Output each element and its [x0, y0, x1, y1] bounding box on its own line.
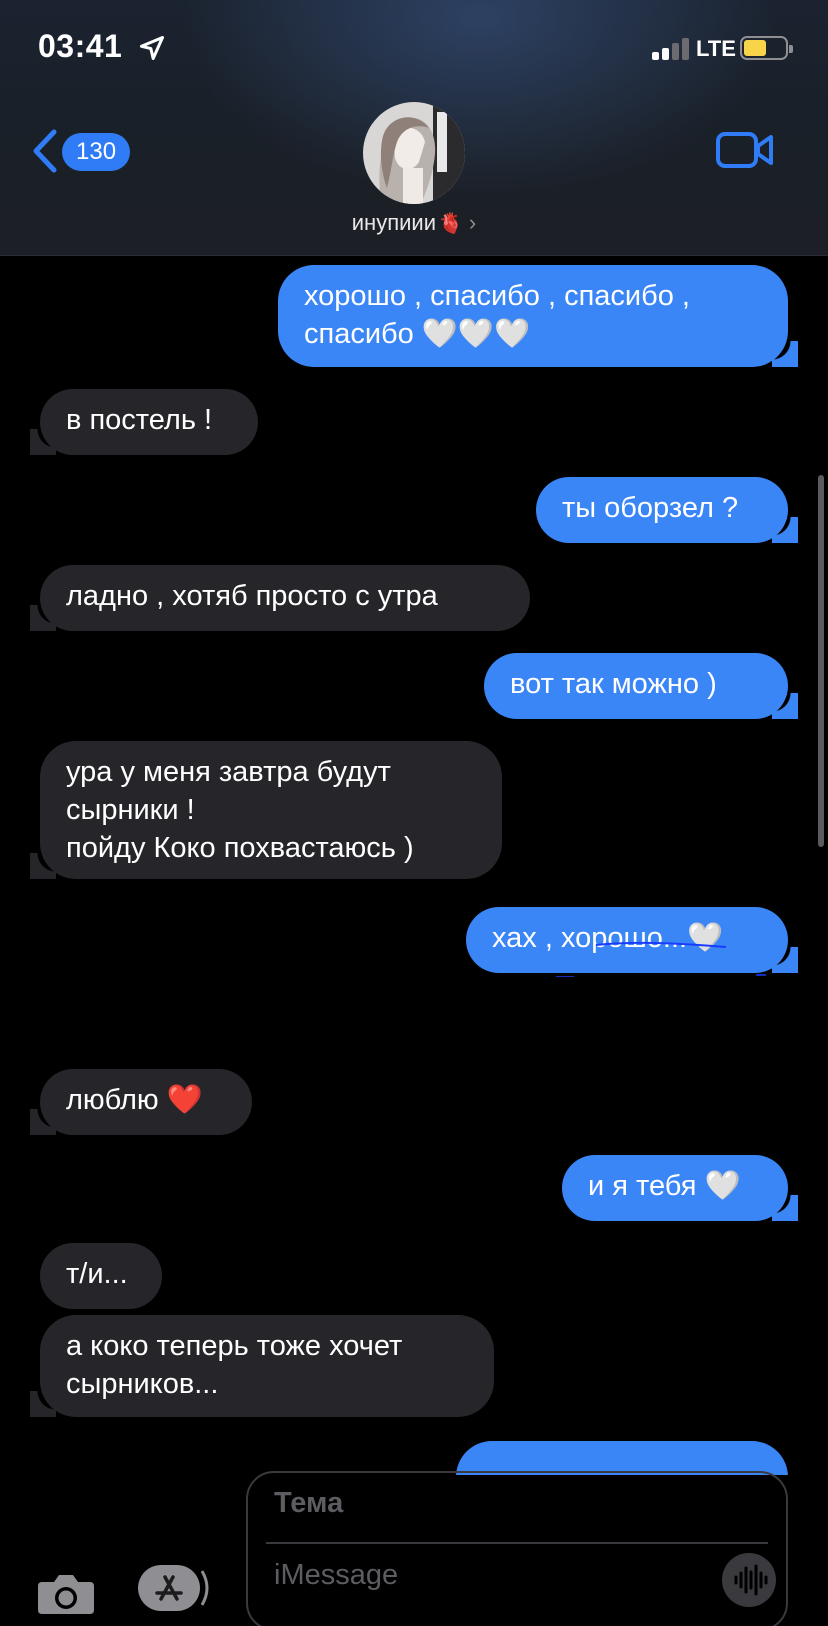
message-text: люблю ❤️	[66, 1084, 203, 1116]
video-call-button[interactable]	[716, 130, 774, 170]
message-bubble-outgoing[interactable]: и я тебя 🤍	[562, 1155, 798, 1221]
message-text: пойду Коко похвастаюсь )	[66, 832, 414, 864]
message-text: спасибо 🤍🤍🤍	[304, 318, 531, 350]
message-bubble-outgoing[interactable]: хорошо , спасибо , спасибо , спасибо 🤍🤍🤍	[278, 265, 798, 367]
message-text: хорошо , спасибо , спасибо ,	[304, 280, 690, 312]
cellular-signal-icon	[652, 38, 692, 60]
message-text: ты оборзел ?	[562, 492, 739, 524]
message-text: сырники !	[66, 794, 195, 826]
waveform-icon	[734, 1564, 768, 1596]
message-text: сырников...	[66, 1368, 219, 1400]
scrollbar[interactable]	[818, 475, 824, 847]
message-text: т/и...	[66, 1258, 128, 1290]
unread-count-badge: 130	[62, 133, 131, 171]
conversation-header: 03:41 LTE 130 инупиии 🫀 ›	[0, 0, 828, 256]
composer-bar: Тема	[0, 1471, 828, 1626]
contact-name: инупиии	[351, 210, 436, 235]
message-text: и я тебя 🤍	[588, 1170, 741, 1202]
compose-box[interactable]: Тема	[246, 1471, 788, 1626]
chevron-right-icon: ›	[468, 210, 477, 235]
message-text: в постель !	[66, 404, 213, 436]
message-bubble-incoming[interactable]: ладно , хотяб просто с утра	[30, 565, 530, 631]
message-bubble-outgoing[interactable]: вот так можно )	[484, 653, 798, 719]
message-bubble-incoming[interactable]: в постель !	[30, 389, 258, 455]
message-bubble-outgoing[interactable]	[456, 1441, 788, 1475]
contact-name-row[interactable]: инупиии 🫀 ›	[0, 210, 828, 236]
battery-icon	[740, 36, 793, 60]
subject-field[interactable]: Тема	[274, 1487, 343, 1520]
chevron-left-icon	[33, 129, 57, 173]
app-store-button[interactable]	[138, 1565, 212, 1611]
image-artifact	[556, 941, 766, 977]
contact-emoji: 🫀	[437, 213, 463, 235]
contact-avatar[interactable]	[363, 102, 465, 204]
message-text: а коко теперь тоже хочет	[66, 1330, 403, 1362]
audio-message-button[interactable]	[722, 1553, 776, 1607]
location-arrow-icon	[139, 35, 165, 61]
message-text: ладно , хотяб просто с утра	[66, 580, 438, 612]
message-bubble-incoming[interactable]: а коко теперь тоже хочет сырников...	[30, 1315, 494, 1417]
message-text: вот так можно )	[510, 668, 717, 700]
network-type: LTE	[696, 36, 736, 61]
message-bubble-incoming[interactable]: ура у меня завтра будут сырники ! пойду …	[30, 741, 502, 879]
message-text: ура у меня завтра будут	[66, 756, 391, 788]
message-bubble-incoming[interactable]: люблю ❤️	[30, 1069, 252, 1135]
message-input[interactable]	[274, 1559, 704, 1592]
status-time: 03:41	[38, 28, 123, 64]
camera-button[interactable]	[36, 1570, 96, 1616]
message-bubble-outgoing[interactable]: ты оборзел ?	[536, 477, 798, 543]
back-button[interactable]: 130	[30, 126, 140, 176]
divider	[266, 1542, 768, 1544]
message-list[interactable]: хорошо , спасибо , спасибо , спасибо 🤍🤍🤍…	[0, 257, 828, 1475]
message-bubble-incoming[interactable]: т/и...	[40, 1243, 162, 1309]
